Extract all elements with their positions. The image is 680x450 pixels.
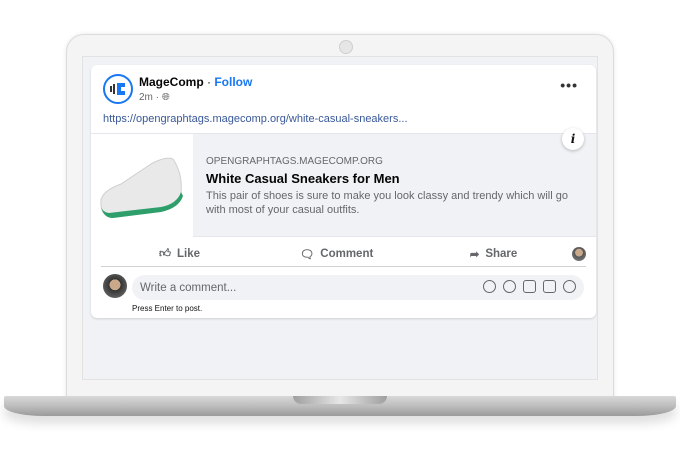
share-button[interactable]: ➦ Share [415,247,572,261]
sticker-icon[interactable] [563,280,576,293]
action-bar: 👍︎ Like 🗨︎ Comment ➦ Share [101,241,586,267]
info-icon[interactable]: i [562,128,584,150]
comment-placeholder: Write a comment... [140,281,237,294]
user-avatar[interactable] [103,274,127,298]
magecomp-logo[interactable] [103,74,133,104]
comment-button[interactable]: 🗨︎ Comment [258,247,415,261]
share-label: Share [485,247,518,260]
camera-icon[interactable] [523,280,536,293]
thumbs-up-icon: 👍︎ [158,247,171,260]
timestamp[interactable]: 2m · [139,92,159,103]
preview-domain: OPENGRAPHTAGS.MAGECOMP.ORG [206,156,383,167]
more-dots-icon[interactable]: ••• [560,77,578,93]
post-link[interactable]: https://opengraphtags.magecomp.org/white… [103,113,408,125]
emoji-icon[interactable] [503,280,516,293]
author-name[interactable]: MageComp [139,75,204,89]
gif-icon[interactable] [543,280,556,293]
laptop-screen: MageComp · Follow 2m · 🌐︎ ••• https://op… [82,56,598,380]
globe-icon: 🌐︎ [161,92,170,103]
like-label: Like [177,247,201,260]
preview-description: This pair of shoes is sure to make you l… [206,190,568,216]
share-icon: ➦ [469,248,480,261]
comment-label: Comment [320,247,374,260]
share-as-avatar[interactable] [572,246,586,261]
webcam [339,40,353,54]
separator: · [203,75,215,89]
comment-input[interactable]: Write a comment... [132,275,584,300]
post-time: 2m · 🌐︎ [139,92,170,103]
preview-title[interactable]: White Casual Sneakers for Men [206,171,400,186]
link-preview[interactable]: i OPENGRAPHTAGS.MAGECOMP.ORG White Casua… [91,128,596,237]
comment-icon: 🗨︎ [299,248,315,261]
laptop-notch [293,396,387,404]
facebook-post: MageComp · Follow 2m · 🌐︎ ••• https://op… [91,65,596,318]
follow-button[interactable]: Follow [214,75,252,89]
avatar-sticker-icon[interactable] [483,280,496,293]
sneaker-image[interactable] [91,134,193,237]
press-enter-hint: Press Enter to post. [132,304,203,313]
like-button[interactable]: 👍︎ Like [101,247,258,261]
post-header: MageComp · Follow [139,75,252,89]
